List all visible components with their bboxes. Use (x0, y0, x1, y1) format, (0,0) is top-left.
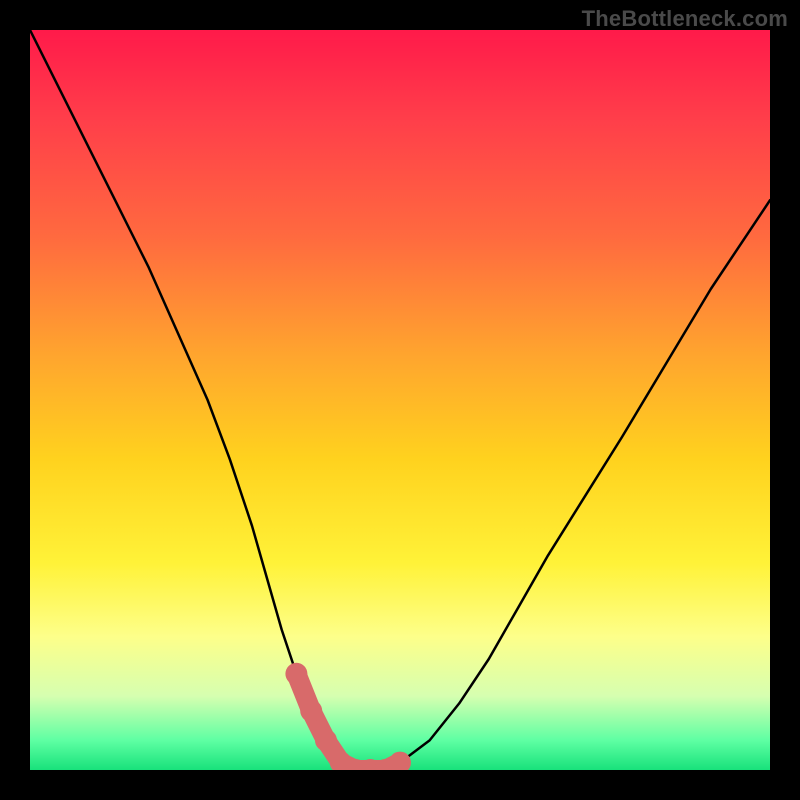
bottleneck-curve (30, 30, 770, 770)
optimal-marker (300, 700, 322, 722)
watermark-text: TheBottleneck.com (582, 6, 788, 32)
optimal-marker (285, 663, 307, 685)
optimal-marker-group (285, 663, 411, 770)
optimal-marker (389, 752, 411, 770)
optimal-marker (315, 729, 337, 751)
outer-frame: TheBottleneck.com (0, 0, 800, 800)
chart-svg (30, 30, 770, 770)
